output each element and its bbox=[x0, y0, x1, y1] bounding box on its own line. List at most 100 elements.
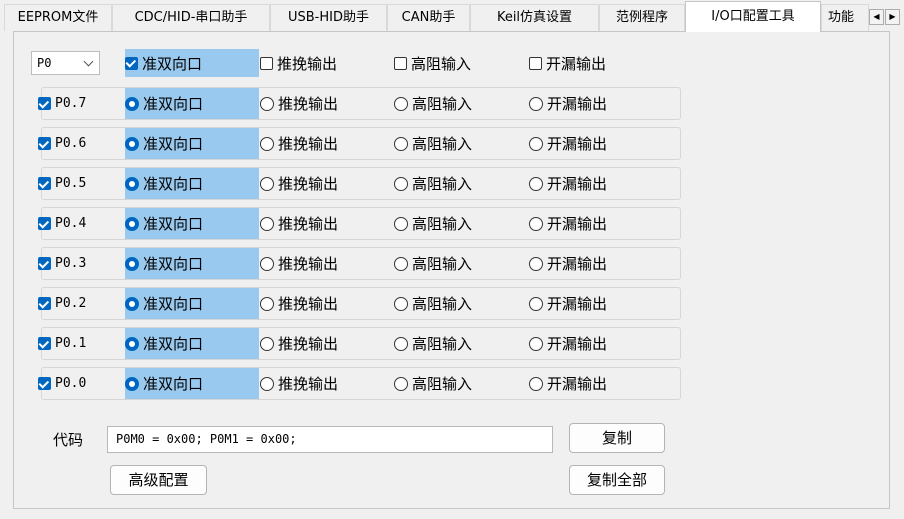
header-checkbox-open-drain[interactable] bbox=[529, 56, 542, 70]
radio-icon[interactable] bbox=[529, 296, 543, 311]
radio-icon[interactable] bbox=[125, 216, 139, 231]
radio-icon[interactable] bbox=[394, 256, 408, 271]
pin-mode-open-drain[interactable]: 开漏输出 bbox=[529, 368, 607, 399]
pin-mode-push-pull[interactable]: 推挽输出 bbox=[260, 368, 338, 399]
radio-icon[interactable] bbox=[125, 96, 139, 111]
radio-icon[interactable] bbox=[260, 336, 274, 351]
pin-mode-open-drain[interactable]: 开漏输出 bbox=[529, 128, 607, 159]
header-mode-quasi-bidirectional[interactable]: 准双向口 bbox=[125, 49, 259, 77]
pin-mode-open-drain[interactable]: 开漏输出 bbox=[529, 208, 607, 239]
radio-icon[interactable] bbox=[260, 96, 274, 111]
pin-mode-high-impedance[interactable]: 高阻输入 bbox=[394, 128, 472, 159]
pin-mode-push-pull[interactable]: 推挽输出 bbox=[260, 128, 338, 159]
copy-all-button[interactable]: 复制全部 bbox=[569, 465, 665, 495]
pin-mode-push-pull[interactable]: 推挽输出 bbox=[260, 168, 338, 199]
pin-mode-push-pull[interactable]: 推挽输出 bbox=[260, 328, 338, 359]
pin-mode-quasi-bidirectional[interactable]: 准双向口 bbox=[125, 248, 259, 279]
pin-mode-open-drain[interactable]: 开漏输出 bbox=[529, 328, 607, 359]
checkbox-icon[interactable] bbox=[38, 177, 51, 190]
pin-mode-push-pull[interactable]: 推挽输出 bbox=[260, 208, 338, 239]
copy-button[interactable]: 复制 bbox=[569, 423, 665, 453]
pin-enable-checkbox[interactable]: P0.0 bbox=[38, 368, 86, 399]
header-mode-open-drain[interactable]: 开漏输出 bbox=[529, 49, 606, 77]
radio-icon[interactable] bbox=[260, 376, 274, 391]
radio-icon[interactable] bbox=[529, 256, 543, 271]
pin-mode-high-impedance[interactable]: 高阻输入 bbox=[394, 168, 472, 199]
pin-enable-checkbox[interactable]: P0.7 bbox=[38, 88, 86, 119]
radio-icon[interactable] bbox=[529, 176, 543, 191]
radio-icon[interactable] bbox=[260, 136, 274, 151]
checkbox-icon[interactable] bbox=[38, 257, 51, 270]
header-mode-push-pull[interactable]: 推挽输出 bbox=[260, 49, 337, 77]
pin-enable-checkbox[interactable]: P0.4 bbox=[38, 208, 86, 239]
pin-mode-quasi-bidirectional[interactable]: 准双向口 bbox=[125, 128, 259, 159]
radio-icon[interactable] bbox=[394, 336, 408, 351]
checkbox-icon[interactable] bbox=[38, 337, 51, 350]
pin-mode-high-impedance[interactable]: 高阻输入 bbox=[394, 208, 472, 239]
tab-scroll-right-icon[interactable]: ▶ bbox=[885, 9, 900, 25]
radio-icon[interactable] bbox=[260, 296, 274, 311]
radio-icon[interactable] bbox=[394, 296, 408, 311]
tab-keil-sim[interactable]: Keil仿真设置 bbox=[470, 4, 599, 31]
pin-mode-push-pull[interactable]: 推挽输出 bbox=[260, 248, 338, 279]
radio-icon[interactable] bbox=[394, 376, 408, 391]
pin-mode-high-impedance[interactable]: 高阻输入 bbox=[394, 368, 472, 399]
radio-icon[interactable] bbox=[394, 136, 408, 151]
checkbox-icon[interactable] bbox=[38, 377, 51, 390]
pin-mode-high-impedance[interactable]: 高阻输入 bbox=[394, 88, 472, 119]
pin-mode-high-impedance[interactable]: 高阻输入 bbox=[394, 288, 472, 319]
tab-can[interactable]: CAN助手 bbox=[387, 4, 470, 31]
pin-enable-checkbox[interactable]: P0.3 bbox=[38, 248, 86, 279]
tab-examples[interactable]: 范例程序 bbox=[599, 4, 685, 31]
advanced-config-button[interactable]: 高级配置 bbox=[110, 465, 207, 495]
header-checkbox-quasi[interactable] bbox=[125, 56, 138, 70]
checkbox-icon[interactable] bbox=[38, 137, 51, 150]
radio-icon[interactable] bbox=[260, 176, 274, 191]
radio-icon[interactable] bbox=[529, 376, 543, 391]
tab-usb-hid[interactable]: USB-HID助手 bbox=[270, 4, 387, 31]
checkbox-icon[interactable] bbox=[38, 297, 51, 310]
pin-mode-high-impedance[interactable]: 高阻输入 bbox=[394, 328, 472, 359]
radio-icon[interactable] bbox=[394, 96, 408, 111]
tab-scroll-left-icon[interactable]: ◀ bbox=[869, 9, 884, 25]
pin-mode-high-impedance[interactable]: 高阻输入 bbox=[394, 248, 472, 279]
pin-mode-open-drain[interactable]: 开漏输出 bbox=[529, 248, 607, 279]
radio-icon[interactable] bbox=[260, 256, 274, 271]
radio-icon[interactable] bbox=[529, 96, 543, 111]
radio-icon[interactable] bbox=[125, 296, 139, 311]
pin-enable-checkbox[interactable]: P0.2 bbox=[38, 288, 86, 319]
radio-icon[interactable] bbox=[394, 176, 408, 191]
radio-icon[interactable] bbox=[529, 136, 543, 151]
tab-cdc-hid-serial[interactable]: CDC/HID-串口助手 bbox=[112, 4, 270, 31]
tab-eeprom[interactable]: EEPROM文件 bbox=[4, 4, 112, 31]
pin-mode-open-drain[interactable]: 开漏输出 bbox=[529, 168, 607, 199]
radio-icon[interactable] bbox=[125, 136, 139, 151]
pin-mode-open-drain[interactable]: 开漏输出 bbox=[529, 288, 607, 319]
radio-icon[interactable] bbox=[529, 216, 543, 231]
pin-mode-push-pull[interactable]: 推挽输出 bbox=[260, 88, 338, 119]
radio-icon[interactable] bbox=[260, 216, 274, 231]
header-mode-high-impedance[interactable]: 高阻输入 bbox=[394, 49, 471, 77]
header-checkbox-high-z[interactable] bbox=[394, 56, 407, 70]
radio-icon[interactable] bbox=[125, 176, 139, 191]
pin-enable-checkbox[interactable]: P0.1 bbox=[38, 328, 86, 359]
pin-enable-checkbox[interactable]: P0.5 bbox=[38, 168, 86, 199]
radio-icon[interactable] bbox=[529, 336, 543, 351]
pin-mode-quasi-bidirectional[interactable]: 准双向口 bbox=[125, 368, 259, 399]
pin-mode-quasi-bidirectional[interactable]: 准双向口 bbox=[125, 168, 259, 199]
pin-mode-quasi-bidirectional[interactable]: 准双向口 bbox=[125, 328, 259, 359]
pin-mode-quasi-bidirectional[interactable]: 准双向口 bbox=[125, 88, 259, 119]
header-checkbox-push-pull[interactable] bbox=[260, 56, 273, 70]
pin-mode-quasi-bidirectional[interactable]: 准双向口 bbox=[125, 288, 259, 319]
pin-mode-push-pull[interactable]: 推挽输出 bbox=[260, 288, 338, 319]
radio-icon[interactable] bbox=[394, 216, 408, 231]
pin-enable-checkbox[interactable]: P0.6 bbox=[38, 128, 86, 159]
tab-functions[interactable]: 功能 bbox=[821, 4, 869, 31]
radio-icon[interactable] bbox=[125, 376, 139, 391]
radio-icon[interactable] bbox=[125, 256, 139, 271]
pin-mode-open-drain[interactable]: 开漏输出 bbox=[529, 88, 607, 119]
tab-io-config[interactable]: I/O口配置工具 bbox=[685, 1, 821, 32]
checkbox-icon[interactable] bbox=[38, 97, 51, 110]
pin-mode-quasi-bidirectional[interactable]: 准双向口 bbox=[125, 208, 259, 239]
radio-icon[interactable] bbox=[125, 336, 139, 351]
